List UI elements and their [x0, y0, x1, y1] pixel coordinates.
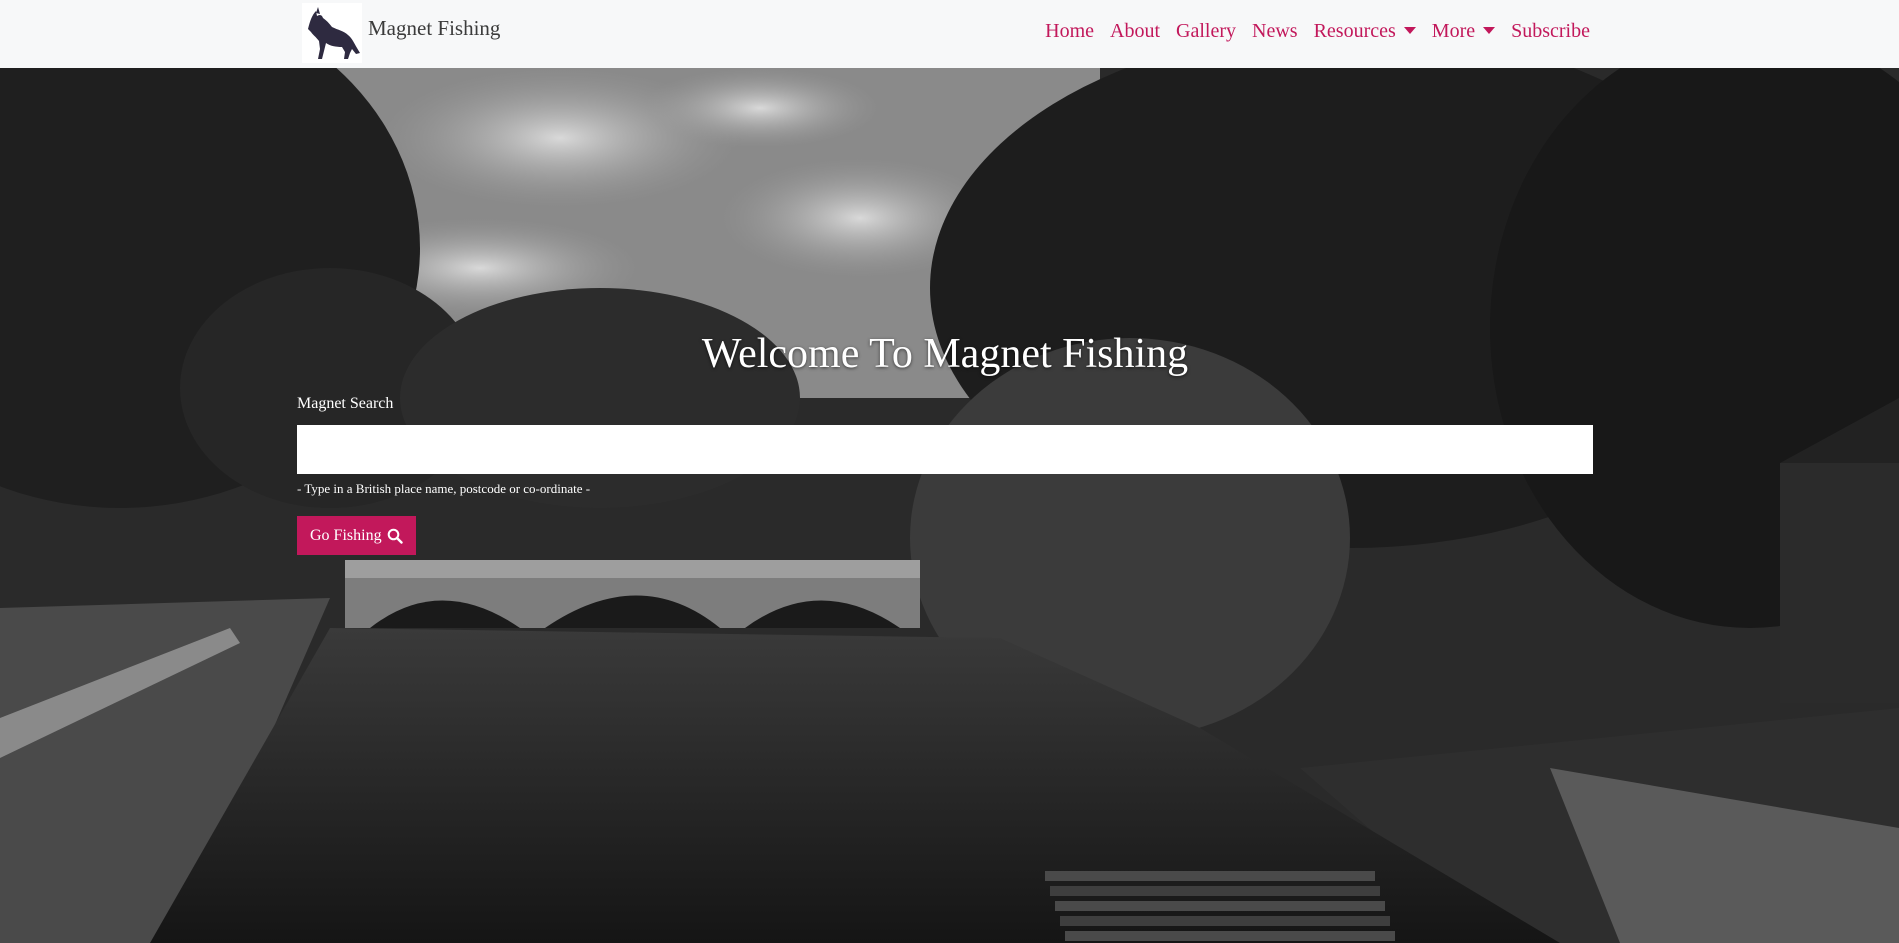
search-help-text: - Type in a British place name, postcode… — [297, 481, 591, 496]
nav-home-label: Home — [1045, 20, 1095, 42]
go-fishing-label: Go Fishing — [310, 526, 382, 544]
caret-down-icon — [1403, 27, 1416, 34]
nav-gallery-label: Gallery — [1176, 20, 1237, 42]
dog-logo-icon — [302, 3, 362, 63]
hero-title: Welcome To Magnet Fishing — [701, 331, 1189, 377]
nav-about-label: About — [1110, 20, 1161, 42]
navbar: Magnet Fishing Home About Gallery News R… — [0, 0, 1899, 68]
river-bridge-background-image — [0, 68, 1899, 943]
nav-about[interactable]: About — [1110, 20, 1160, 43]
caret-down-icon — [1483, 27, 1496, 34]
nav-news[interactable]: News — [1252, 20, 1298, 43]
nav-news-label: News — [1252, 20, 1298, 42]
nav-subscribe-label: Subscribe — [1511, 20, 1590, 42]
nav-more-label: More — [1431, 20, 1476, 42]
hero-section: Welcome To Magnet Fishing Magnet Search … — [0, 68, 1899, 943]
magnet-search-input[interactable] — [297, 425, 1593, 474]
go-fishing-button[interactable]: Go Fishing — [297, 516, 416, 555]
nav-menu: Home About Gallery News Resources More S… — [1029, 20, 1590, 43]
search-icon — [387, 528, 403, 544]
nav-resources-dropdown[interactable]: Resources — [1314, 20, 1416, 43]
nav-more-dropdown[interactable]: More — [1431, 20, 1496, 43]
nav-resources-label: Resources — [1313, 20, 1396, 42]
brand-link[interactable]: Magnet Fishing — [302, 3, 500, 63]
nav-home[interactable]: Home — [1045, 20, 1094, 43]
search-label: Magnet Search — [297, 395, 394, 412]
brand-name: Magnet Fishing — [368, 16, 501, 40]
nav-gallery[interactable]: Gallery — [1176, 20, 1236, 43]
nav-subscribe[interactable]: Subscribe — [1511, 20, 1590, 43]
